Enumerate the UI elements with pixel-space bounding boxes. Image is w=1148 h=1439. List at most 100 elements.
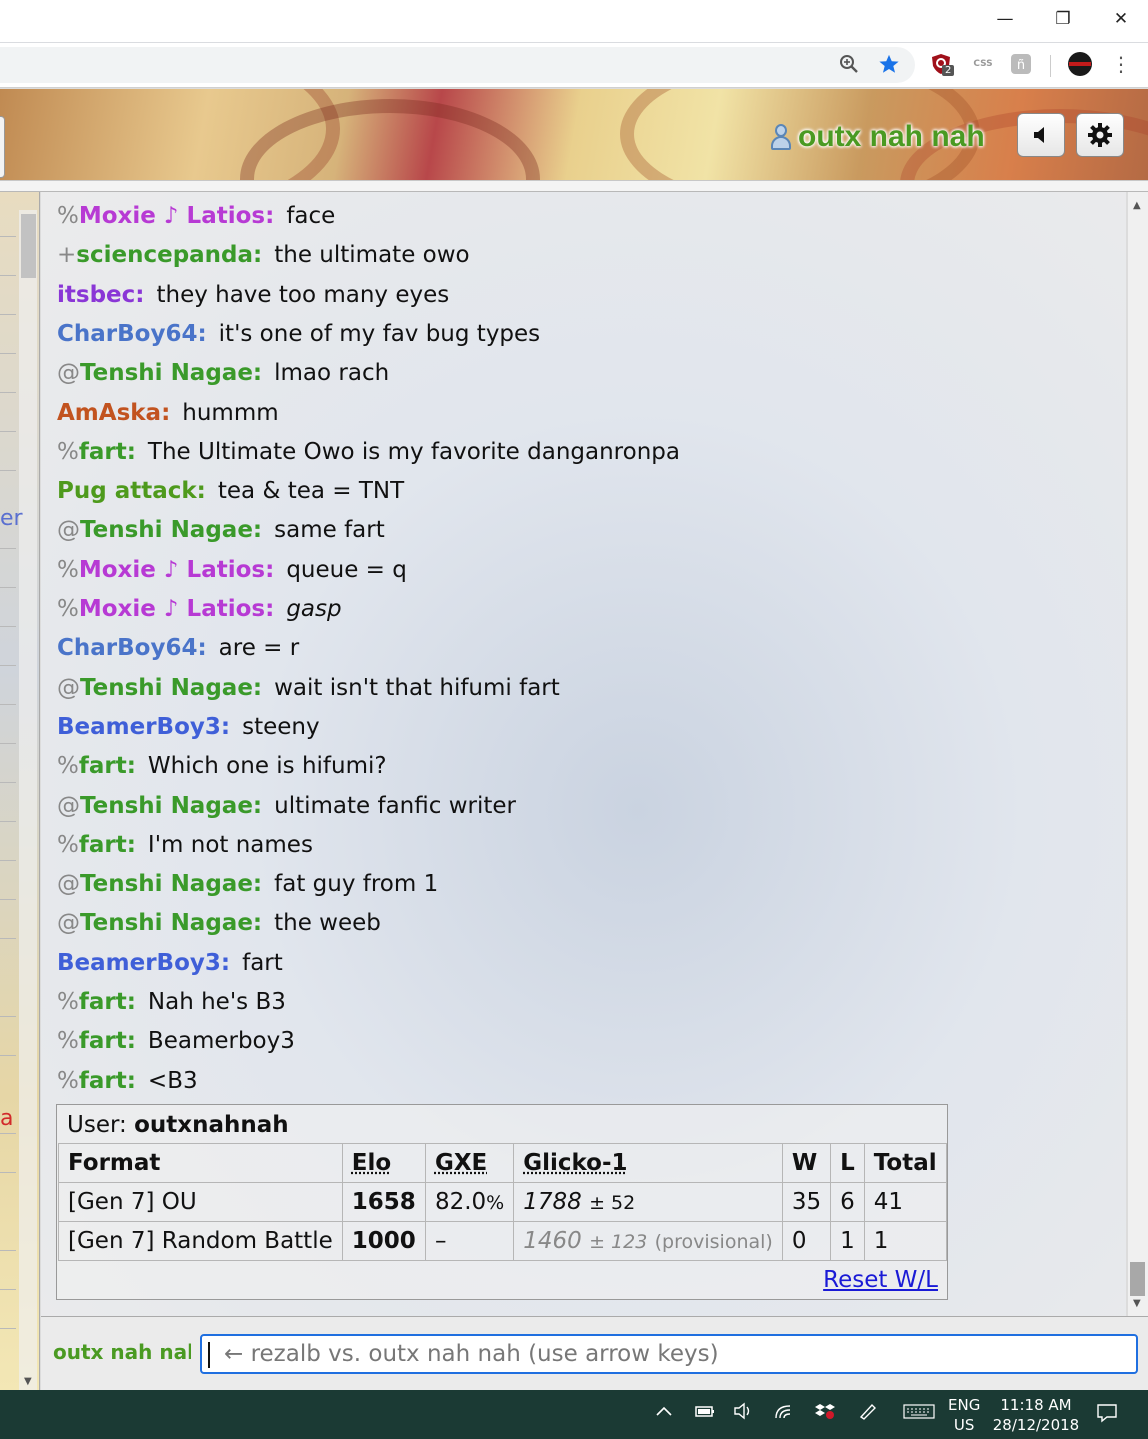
chat-message: %Moxie ♪ Latios: face [57, 202, 335, 230]
chat-message: CharBoy64: are = r [57, 634, 299, 662]
dropbox-icon[interactable] [814, 1402, 836, 1425]
close-button[interactable]: ✕ [1092, 0, 1148, 38]
shield-extension-icon[interactable]: 2 [928, 51, 955, 77]
chat-message: @Tenshi Nagae: wait isn't that hifumi far… [57, 674, 560, 702]
chevron-up-icon[interactable] [655, 1402, 673, 1425]
chat-message-text: fart [242, 949, 283, 976]
user-list-scroll-thumb[interactable] [21, 214, 36, 278]
language-indicator[interactable]: ENG US [948, 1395, 980, 1435]
chat-username[interactable]: CharBoy64: [57, 635, 207, 661]
chat-message: %fart: Which one is hifumi? [57, 752, 387, 780]
chat-message: @Tenshi Nagae: lmao rach [57, 359, 389, 387]
chat-message-text: steeny [242, 713, 320, 740]
chat-scroll-up-icon[interactable]: ▲ [1133, 200, 1141, 211]
chat-log: User: outxnahnah Format Elo GXE Glicko-1… [41, 192, 1126, 1316]
rank-user-line: User: outxnahnah [67, 1112, 289, 1138]
chat-username[interactable]: Moxie ♪ Latios: [79, 557, 274, 583]
chat-message-text: ultimate fanfic writer [274, 792, 516, 819]
chat-username[interactable]: sciencepanda: [76, 242, 262, 268]
user-rank-symbol: @ [57, 871, 80, 898]
rank-username[interactable]: outxnahnah [134, 1112, 289, 1138]
chat-username[interactable]: fart: [79, 1028, 136, 1054]
chat-username[interactable]: fart: [79, 753, 136, 779]
title-bar: — ❐ ✕ [0, 0, 1148, 42]
volume-tray-icon[interactable] [732, 1402, 754, 1425]
chat-username[interactable]: CharBoy64: [57, 321, 207, 347]
chat-username[interactable]: itsbec: [57, 282, 144, 308]
chat-username[interactable]: fart: [79, 1068, 136, 1094]
chat-username[interactable]: Pug attack: [57, 478, 206, 504]
settings-button[interactable] [1076, 113, 1124, 157]
profile-avatar[interactable] [1067, 51, 1093, 77]
user-list-scroll-down-icon[interactable]: ▼ [24, 1376, 32, 1387]
cell-glicko: 1788 ± 52 [513, 1182, 783, 1222]
chat-scrollbar[interactable] [1128, 192, 1148, 1316]
rank-table-box: User: outxnahnah Format Elo GXE Glicko-1… [56, 1104, 948, 1300]
chat-scroll-down-icon[interactable]: ▼ [1133, 1298, 1141, 1309]
cell-wins: 0 [781, 1221, 832, 1261]
rank-table: Format Elo GXE Glicko-1 W L Total [Gen 7… [58, 1143, 948, 1261]
chat-username[interactable]: Tenshi Nagae: [80, 871, 262, 897]
keyboard-icon[interactable] [903, 1402, 935, 1425]
pen-icon[interactable] [857, 1402, 879, 1425]
user-list-fragment[interactable]: a [0, 1106, 13, 1131]
cell-glicko: 1460 ± 123 (provisional) [513, 1221, 783, 1261]
chat-message-text: the ultimate owo [274, 242, 470, 269]
chat-message: @Tenshi Nagae: same fart [57, 516, 385, 544]
chat-username[interactable]: Tenshi Nagae: [80, 675, 262, 701]
chat-message-text: <B3 [147, 1067, 198, 1094]
chat-message: BeamerBoy3: steeny [57, 713, 320, 741]
self-username[interactable]: outx nah nah [53, 1340, 191, 1364]
user-rank-symbol: % [57, 203, 79, 229]
chat-username[interactable]: BeamerBoy3: [57, 714, 230, 740]
chat-message-text: queue = q [286, 556, 407, 583]
battery-icon[interactable] [694, 1402, 716, 1425]
user-list-scrollbar[interactable] [19, 210, 37, 1390]
zoom-icon[interactable] [836, 51, 862, 77]
chat-username[interactable]: fart: [79, 989, 136, 1015]
reset-wl-link[interactable]: Reset W/L [823, 1267, 938, 1293]
user-rank-symbol: % [57, 596, 79, 622]
cell-gxe: 82.0% [424, 1182, 515, 1222]
chat-message: CharBoy64: it's one of my fav bug types [57, 320, 540, 348]
svg-text:ñ: ñ [1017, 58, 1025, 73]
restore-button[interactable]: ❐ [1034, 0, 1092, 38]
text-caret [208, 1342, 210, 1368]
wifi-icon[interactable] [774, 1402, 796, 1425]
chat-username[interactable]: fart: [79, 439, 136, 465]
chat-username[interactable]: Tenshi Nagae: [80, 517, 262, 543]
notification-icon[interactable] [1096, 1403, 1118, 1428]
cell-total: 41 [863, 1182, 948, 1222]
user-rank-symbol: @ [57, 360, 80, 387]
chat-username[interactable]: Tenshi Nagae: [80, 360, 262, 386]
cell-losses: 6 [830, 1182, 865, 1222]
user-list-fragment[interactable]: er [0, 506, 23, 531]
clock[interactable]: 11:18 AM 28/12/2018 [992, 1395, 1080, 1435]
chat-message: Pug attack: tea & tea = TNT [57, 477, 404, 505]
chat-message-text: the weeb [274, 910, 381, 937]
minimize-button[interactable]: — [976, 0, 1034, 38]
css-extension-icon[interactable]: CSS [970, 51, 996, 77]
chat-message-text: fat guy from 1 [274, 871, 439, 898]
chat-username[interactable]: BeamerBoy3: [57, 950, 230, 976]
chat-username[interactable]: fart: [79, 832, 136, 858]
sound-button[interactable] [1017, 113, 1065, 157]
room-tab-edge[interactable] [0, 116, 5, 178]
chat-username[interactable]: AmAska: [57, 400, 170, 426]
more-vert-icon[interactable]: ⋮ [1108, 51, 1134, 77]
tampermonkey-extension-icon[interactable]: ñ [1008, 51, 1034, 77]
header-divider [0, 180, 1148, 192]
bookmark-star-icon[interactable] [876, 51, 902, 77]
browser-toolbar: 2 CSS ñ ⋮ [0, 42, 1148, 88]
chat-username[interactable]: Moxie ♪ Latios: [79, 596, 274, 622]
chat-username[interactable]: Tenshi Nagae: [80, 793, 262, 819]
chat-username[interactable]: Tenshi Nagae: [80, 910, 262, 936]
address-bar[interactable] [0, 47, 915, 83]
user-rank-symbol: % [57, 1067, 79, 1094]
chat-scroll-thumb[interactable] [1130, 1262, 1145, 1296]
chat-username[interactable]: Moxie ♪ Latios: [79, 203, 274, 229]
chat-input[interactable]: ← rezalb vs. outx nah nah (use arrow key… [200, 1334, 1138, 1374]
chat-message-text: Which one is hifumi? [147, 753, 387, 780]
user-menu[interactable]: outx nah nah [770, 117, 985, 157]
chat-message: %fart: Nah he's B3 [57, 988, 286, 1016]
